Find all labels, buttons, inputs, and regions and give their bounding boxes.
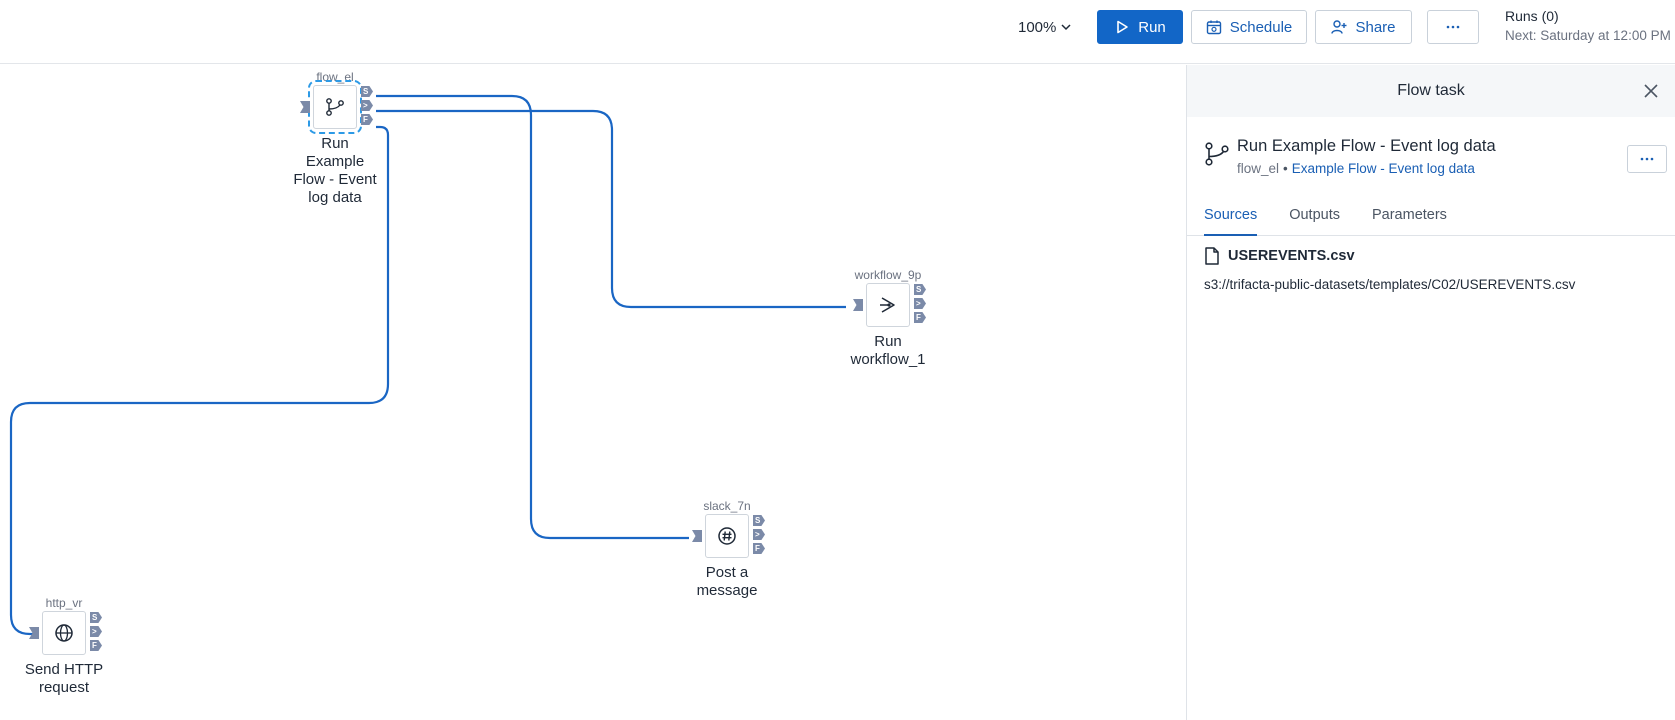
task-node-flow[interactable]: flow_el S > F Run Example Flow - Event l… [280, 69, 390, 207]
complete-port[interactable]: > [914, 298, 926, 309]
node-label: Run workflow_1 [850, 333, 926, 368]
node-icon-box[interactable] [705, 514, 749, 558]
success-port[interactable]: S [914, 284, 926, 295]
run-button-label: Run [1138, 18, 1166, 36]
success-port[interactable]: S [753, 515, 765, 526]
source-path: s3://trifacta-public-datasets/templates/… [1204, 277, 1576, 292]
workflow-icon [880, 297, 895, 313]
separator-dot: • [1283, 161, 1288, 176]
task-details-panel: Flow task Run Example Flow - Event log d… [1186, 65, 1675, 720]
node-body: S > F [853, 283, 926, 327]
flow-link[interactable]: Example Flow - Event log data [1292, 161, 1475, 176]
source-name: USEREVENTS.csv [1228, 248, 1355, 264]
calendar-icon [1206, 20, 1221, 35]
input-port[interactable] [29, 627, 39, 639]
node-body: S > F [29, 611, 102, 655]
node-id: http_vr [45, 596, 83, 610]
play-icon [1117, 20, 1129, 34]
node-label: Send HTTP request [24, 661, 104, 696]
more-icon [1640, 157, 1654, 161]
input-port[interactable] [853, 299, 863, 311]
success-port[interactable]: S [361, 86, 373, 97]
schedule-button-label: Schedule [1229, 18, 1293, 36]
run-button[interactable]: Run [1097, 10, 1183, 44]
chevron-down-icon [1061, 24, 1071, 31]
node-label: Post a message [696, 564, 758, 599]
node-icon-box[interactable] [308, 80, 362, 134]
task-title: Run Example Flow - Event log data [1237, 137, 1496, 155]
more-icon [1446, 25, 1460, 29]
share-button[interactable]: Share [1315, 10, 1412, 44]
complete-port[interactable]: > [90, 626, 102, 637]
output-ports: S > F [361, 86, 373, 125]
task-node-http[interactable]: http_vr S > F Send HTTP request [9, 595, 119, 697]
success-port[interactable]: S [90, 612, 102, 623]
source-name-row: USEREVENTS.csv [1204, 247, 1575, 265]
task-node-slack[interactable]: slack_7n S > F Post a message [672, 498, 782, 600]
input-port[interactable] [692, 530, 702, 542]
task-subtitle: flow_el • Example Flow - Event log data [1237, 161, 1475, 176]
source-item: USEREVENTS.csv s3://trifacta-public-data… [1204, 247, 1575, 292]
node-icon-box[interactable] [866, 283, 910, 327]
output-ports: S > F [753, 515, 765, 554]
complete-port[interactable]: > [753, 529, 765, 540]
node-id: workflow_9p [854, 268, 922, 282]
node-body: S > F [692, 514, 765, 558]
share-button-label: Share [1355, 18, 1396, 36]
node-label: Run Example Flow - Event log data [293, 135, 377, 206]
failure-port[interactable]: F [361, 114, 373, 125]
flow-icon [1205, 142, 1229, 166]
node-icon-box[interactable] [42, 611, 86, 655]
panel-header: Flow task [1187, 65, 1675, 117]
input-port[interactable] [300, 101, 310, 113]
runs-count: Runs (0) [1505, 8, 1559, 24]
panel-title: Flow task [1397, 82, 1465, 99]
tab-outputs[interactable]: Outputs [1289, 203, 1340, 236]
complete-port[interactable]: > [361, 100, 373, 111]
node-id: flow_el [316, 70, 354, 84]
output-ports: S > F [90, 612, 102, 651]
flow-icon [326, 98, 344, 116]
next-run: Next: Saturday at 12:00 PM [1505, 28, 1671, 43]
task-more-button[interactable] [1627, 145, 1667, 173]
node-id: slack_7n [703, 499, 751, 513]
task-node-workflow[interactable]: workflow_9p S > F Run workflow_1 [833, 267, 943, 369]
runs-summary[interactable]: Runs (0) Next: Saturday at 12:00 PM [1505, 7, 1671, 45]
slack-icon [718, 527, 736, 545]
connection-flow-to-workflow [376, 109, 846, 309]
plan-canvas[interactable]: flow_el S > F Run Example Flow - Event l… [0, 65, 1186, 720]
panel-tabs: Sources Outputs Parameters [1187, 203, 1675, 236]
connection-flow-to-slack [376, 94, 689, 540]
top-toolbar: 100% Run Schedule Share Runs (0) Next: S… [0, 0, 1675, 64]
schedule-button[interactable]: Schedule [1191, 10, 1307, 44]
failure-port[interactable]: F [753, 543, 765, 554]
failure-port[interactable]: F [90, 640, 102, 651]
close-icon[interactable] [1641, 81, 1661, 101]
tab-sources[interactable]: Sources [1204, 203, 1258, 236]
zoom-selector[interactable]: 100% [1018, 14, 1072, 40]
failure-port[interactable]: F [914, 312, 926, 323]
task-id: flow_el [1237, 161, 1280, 176]
globe-icon [55, 624, 73, 642]
file-icon [1205, 247, 1219, 265]
tab-parameters[interactable]: Parameters [1372, 203, 1447, 236]
zoom-level: 100% [1018, 18, 1057, 36]
add-user-icon [1331, 20, 1347, 34]
output-ports: S > F [914, 284, 926, 323]
task-header: Run Example Flow - Event log data flow_e… [1187, 117, 1675, 176]
node-body: S > F [300, 80, 373, 134]
more-options-button[interactable] [1427, 10, 1479, 44]
connections [9, 94, 846, 636]
